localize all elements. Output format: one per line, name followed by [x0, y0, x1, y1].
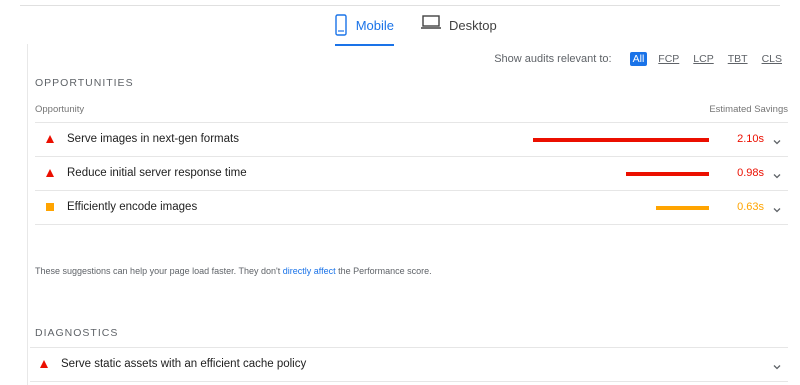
- column-opportunity: Opportunity: [35, 104, 85, 115]
- diagnostics-heading: DIAGNOSTICS: [35, 327, 119, 339]
- column-estimated-savings: Estimated Savings: [709, 104, 788, 115]
- tab-mobile-label: Mobile: [355, 18, 394, 33]
- opportunities-list: Serve images in next-gen formats 2.10s R…: [35, 122, 788, 225]
- opportunity-title: Efficiently encode images: [67, 201, 198, 213]
- fail-triangle-icon: [40, 360, 49, 369]
- savings-bar: [656, 206, 709, 210]
- filter-chip-lcp[interactable]: LCP: [690, 52, 716, 66]
- filter-chip-all[interactable]: All: [629, 52, 648, 66]
- laptop-icon: [421, 14, 445, 30]
- diagnostics-list: Serve static assets with an efficient ca…: [30, 347, 788, 382]
- top-divider: [20, 5, 780, 6]
- filter-chip-tbt[interactable]: TBT: [725, 52, 751, 66]
- active-tab-indicator: [335, 44, 394, 46]
- audit-filter-label: Show audits relevant to:: [494, 53, 612, 65]
- note-text-before: These suggestions can help your page loa…: [35, 266, 283, 276]
- chevron-down-icon[interactable]: [772, 168, 782, 179]
- opportunity-row[interactable]: Serve images in next-gen formats 2.10s: [35, 122, 788, 156]
- audit-filter: Show audits relevant to: All FCP LCP TBT…: [494, 52, 785, 66]
- opportunities-note: These suggestions can help your page loa…: [35, 266, 432, 276]
- filter-chip-cls[interactable]: CLS: [759, 52, 785, 66]
- opportunities-heading: OPPORTUNITIES: [35, 77, 134, 89]
- diagnostic-row[interactable]: Serve static assets with an efficient ca…: [30, 347, 788, 382]
- chevron-down-icon[interactable]: [772, 202, 782, 213]
- note-text-after: the Performance score.: [335, 266, 432, 276]
- phone-icon: [335, 14, 352, 36]
- opportunity-title: Reduce initial server response time: [67, 167, 247, 179]
- opportunity-row[interactable]: Efficiently encode images 0.63s: [35, 190, 788, 225]
- tab-desktop-label: Desktop: [449, 18, 497, 33]
- fail-triangle-icon: [46, 169, 55, 178]
- opportunity-title: Serve images in next-gen formats: [67, 133, 239, 145]
- savings-bar: [626, 172, 709, 176]
- chevron-down-icon[interactable]: [772, 134, 782, 145]
- savings-bar: [533, 138, 709, 142]
- savings-value: 2.10s: [737, 133, 764, 145]
- diagnostic-title: Serve static assets with an efficient ca…: [61, 358, 307, 370]
- device-tabs: Mobile Desktop: [0, 14, 800, 46]
- average-square-icon: [46, 203, 55, 212]
- chevron-down-icon[interactable]: [772, 359, 782, 370]
- filter-chip-fcp[interactable]: FCP: [655, 52, 682, 66]
- savings-value: 0.98s: [737, 167, 764, 179]
- opportunities-column-header: Opportunity Estimated Savings: [35, 104, 788, 115]
- tab-desktop[interactable]: Desktop: [421, 14, 497, 46]
- fail-triangle-icon: [46, 135, 55, 144]
- report-border: [27, 44, 28, 385]
- savings-value: 0.63s: [737, 201, 764, 213]
- directly-affect-link[interactable]: directly affect: [283, 266, 336, 276]
- opportunity-row[interactable]: Reduce initial server response time 0.98…: [35, 156, 788, 190]
- tab-mobile[interactable]: Mobile: [335, 14, 394, 46]
